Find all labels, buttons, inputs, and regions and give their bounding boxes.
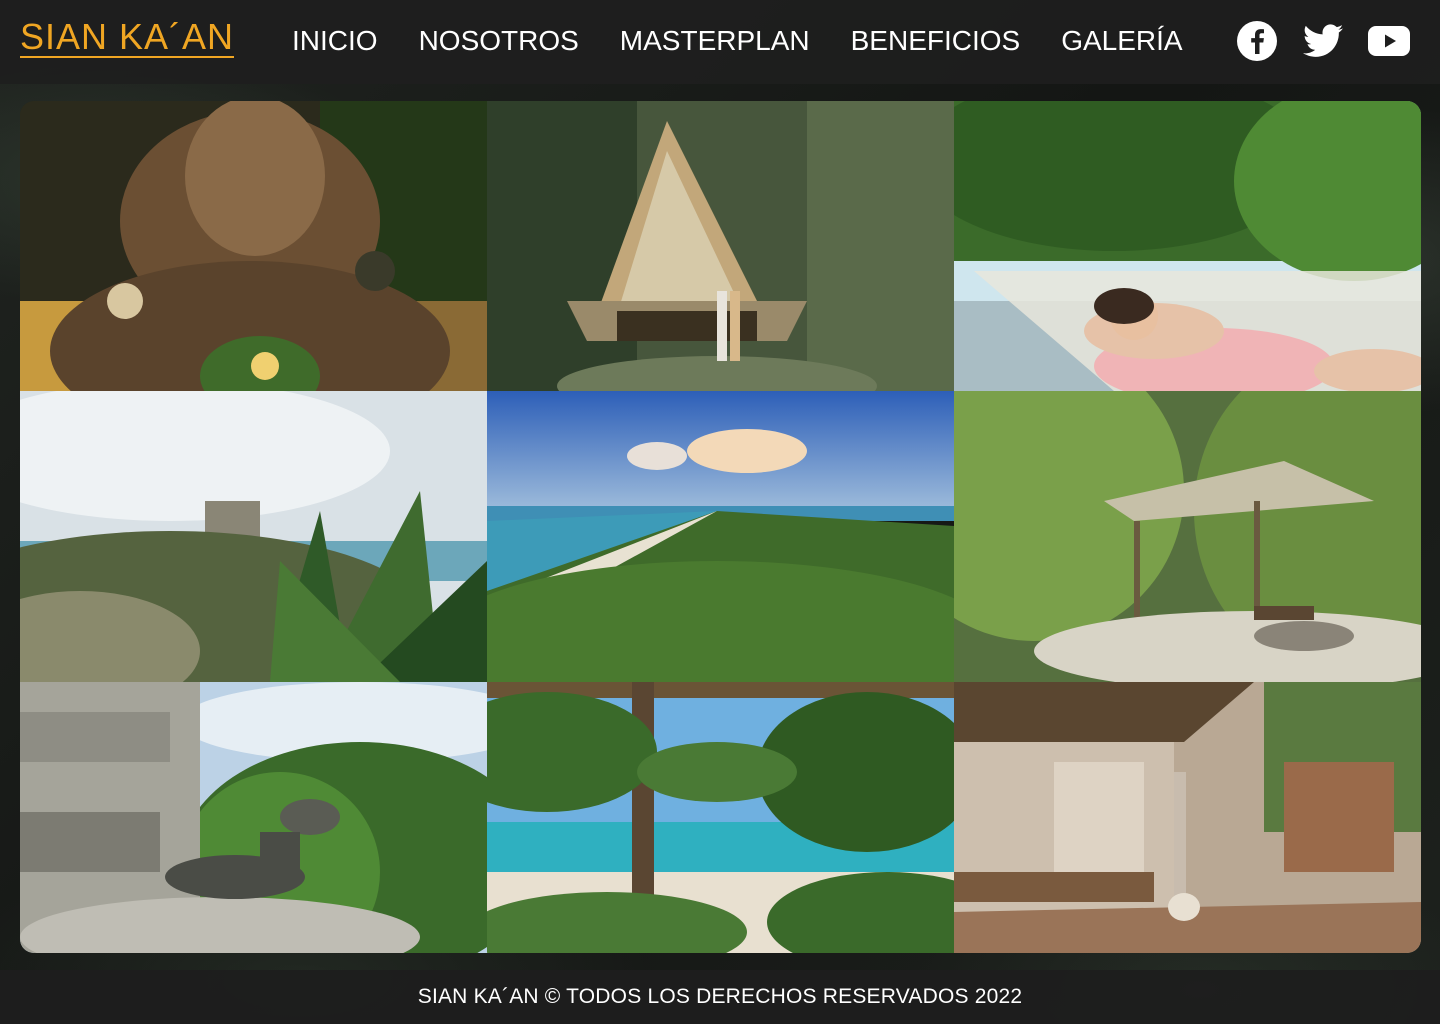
site-logo[interactable]: SIAN KA´AN (20, 18, 235, 58)
palm-beach-photo[interactable] (487, 682, 954, 953)
hammock-photo[interactable] (954, 101, 1421, 391)
thatched-lounge-photo[interactable] (954, 682, 1421, 953)
twitter-icon[interactable] (1302, 20, 1344, 62)
jungle-cabin-photo[interactable] (487, 101, 954, 391)
nav-item-nosotros[interactable]: NOSOTROS (419, 24, 579, 58)
nav-item-galeria[interactable]: GALERÍA (1061, 24, 1182, 58)
jungle-pavilion-photo[interactable] (954, 391, 1421, 682)
facebook-icon[interactable] (1236, 20, 1278, 62)
iguana-photo[interactable] (20, 682, 487, 953)
coastline-aerial-photo[interactable] (487, 391, 954, 682)
wooden-statue-photo[interactable] (20, 101, 487, 391)
nav-item-masterplan[interactable]: MASTERPLAN (620, 24, 810, 58)
social-links (1236, 20, 1410, 62)
nav-item-beneficios[interactable]: BENEFICIOS (851, 24, 1021, 58)
nav-item-inicio[interactable]: INICIO (292, 24, 378, 58)
main-nav: INICIO NOSOTROS MASTERPLAN BENEFICIOS GA… (292, 24, 1224, 58)
tulum-ruins-photo[interactable] (20, 391, 487, 682)
site-header: SIAN KA´AN INICIO NOSOTROS MASTERPLAN BE… (0, 0, 1440, 84)
copyright-text: SIAN KA´AN © TODOS LOS DERECHOS RESERVAD… (417, 985, 1023, 1008)
site-footer: SIAN KA´AN © TODOS LOS DERECHOS RESERVAD… (0, 970, 1440, 1024)
youtube-icon[interactable] (1368, 20, 1410, 62)
photo-gallery (20, 101, 1421, 953)
